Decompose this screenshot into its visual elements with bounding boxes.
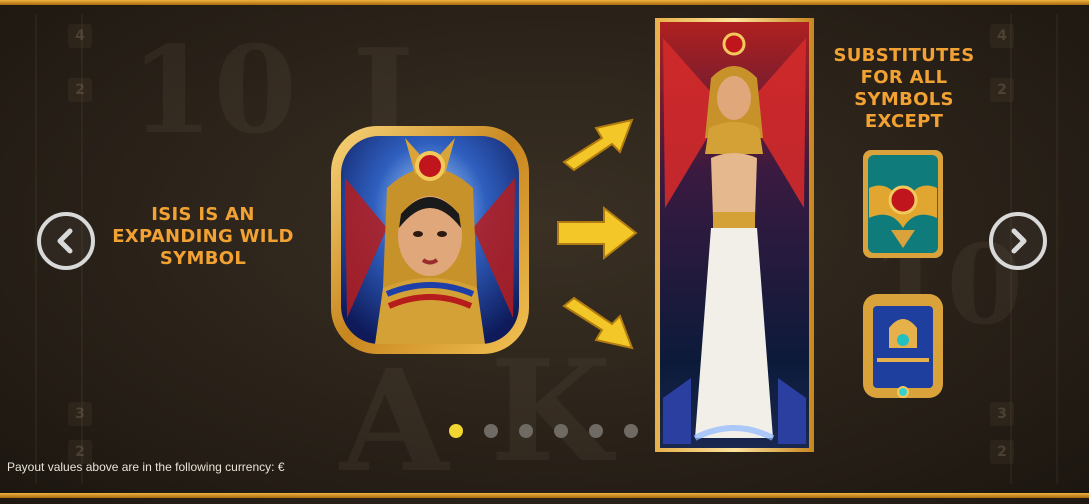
page-dot[interactable] <box>554 424 568 438</box>
background-ten-glyph: 10 <box>130 20 297 161</box>
arrow-up-right-icon <box>562 118 634 172</box>
previous-page-button[interactable] <box>37 212 95 270</box>
substitutes-caption: SUBSTITUTES FOR ALL SYMBOLS EXCEPT <box>833 45 975 132</box>
scarab-scatter-symbol <box>863 150 943 258</box>
isis-expanded-wild <box>655 18 814 452</box>
isis-wild-symbol <box>331 126 529 354</box>
page-dot[interactable] <box>449 424 463 438</box>
background-ace-glyph: A <box>340 340 449 504</box>
background-number: 3 <box>990 402 1014 426</box>
background-number: 4 <box>68 24 92 48</box>
currency-note: Payout values above are in the following… <box>7 460 285 474</box>
background-number: 4 <box>990 24 1014 48</box>
page-dot[interactable] <box>589 424 603 438</box>
book-bonus-symbol <box>863 294 943 398</box>
next-page-button[interactable] <box>989 212 1047 270</box>
page-indicator <box>449 424 638 438</box>
chevron-left-icon <box>57 228 73 254</box>
background-number: 2 <box>68 78 92 102</box>
chevron-right-icon <box>1011 228 1027 254</box>
arrow-right-icon <box>557 205 638 261</box>
background-number: 2 <box>990 440 1014 464</box>
expanding-wild-caption: ISIS IS AN EXPANDING WILD SYMBOL <box>112 204 294 269</box>
top-frame-border <box>0 0 1089 5</box>
background-number: 2 <box>990 78 1014 102</box>
arrow-down-right-icon <box>562 296 634 350</box>
page-dot[interactable] <box>484 424 498 438</box>
page-dot[interactable] <box>519 424 533 438</box>
background-number: 3 <box>68 402 92 426</box>
page-dot[interactable] <box>624 424 638 438</box>
